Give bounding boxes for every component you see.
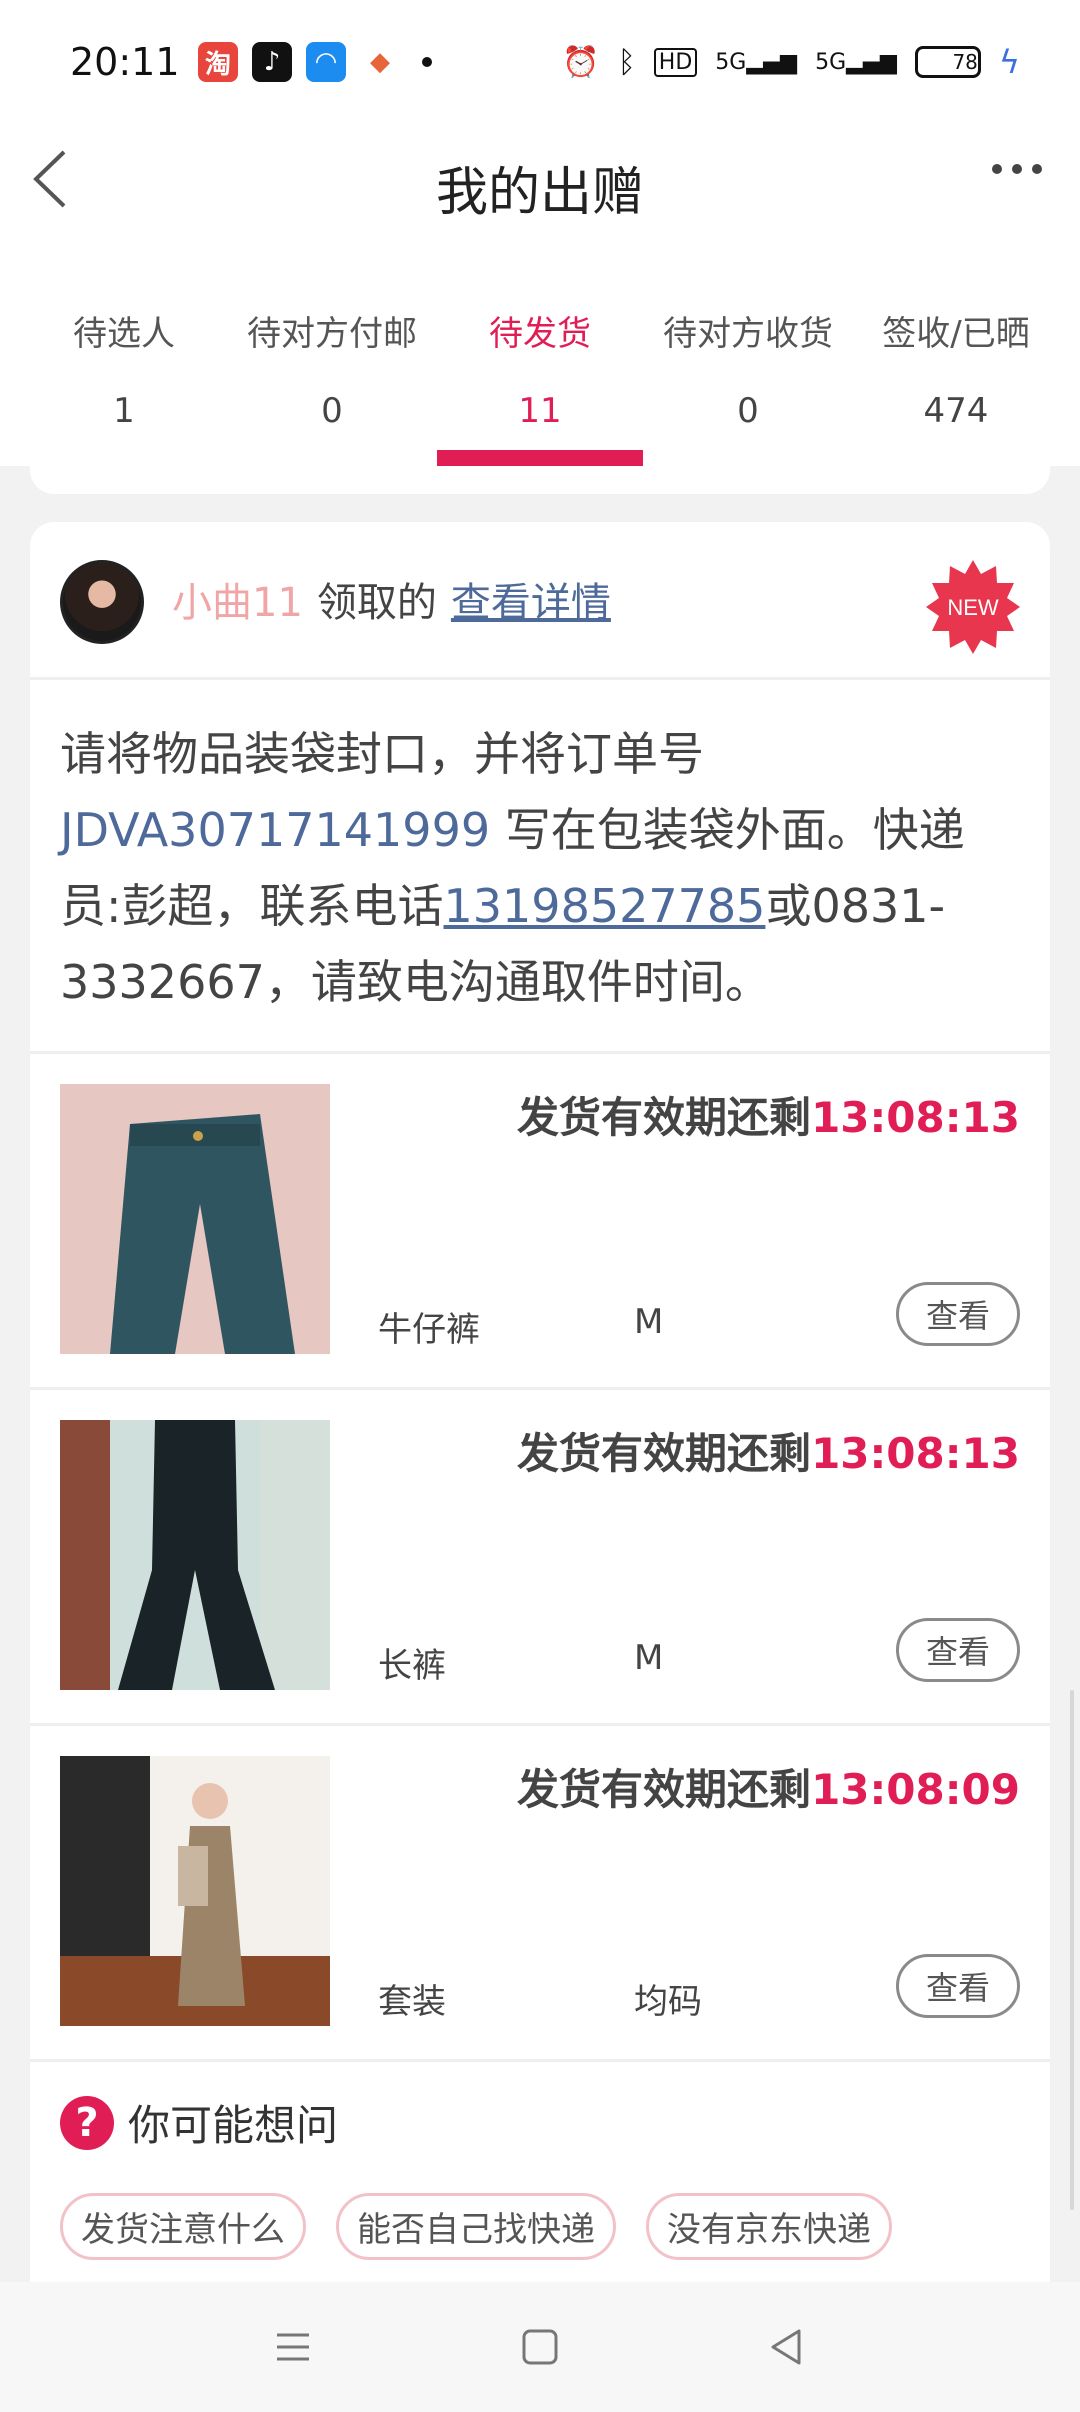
previous-card-bottom — [30, 466, 1050, 494]
more-dot-icon — [1032, 164, 1042, 174]
gift-order-card: 小曲11 领取的 查看详情 NEW 请将物品装袋封口，并将订单号 JDVA307… — [30, 522, 1050, 2282]
ship-deadline: 发货有效期还剩13:08:13 — [517, 1429, 1020, 1478]
game-app-icon: ◆ — [360, 42, 400, 82]
countdown-timer: 13:08:09 — [811, 1765, 1020, 1814]
faq-chip[interactable]: 没有京东快递 — [646, 2193, 892, 2260]
tab-count: 474 — [923, 391, 989, 431]
jeans-thumbnail[interactable] — [60, 1084, 330, 1354]
tab-label: 待对方付邮 — [247, 314, 417, 354]
faq-chip[interactable]: 能否自己找快递 — [336, 2193, 616, 2260]
tab-received[interactable]: 签收/已晒 474 — [852, 234, 1060, 466]
taobao-app-icon: 淘 — [198, 42, 238, 82]
outfit-thumbnail[interactable] — [60, 1756, 330, 2026]
battery-icon: 78 — [914, 46, 981, 78]
tab-pending-postage[interactable]: 待对方付邮 0 — [228, 234, 436, 466]
bluetooth-icon: ᛒ — [617, 44, 636, 80]
tab-count: 0 — [321, 391, 343, 431]
scrollbar[interactable] — [1070, 1690, 1074, 2210]
view-details-link[interactable]: 查看详情 — [451, 570, 611, 628]
notice-text: 请将物品装袋封口，并将订单号 — [60, 727, 704, 781]
ship-deadline: 发货有效期还剩13:08:13 — [517, 1093, 1020, 1142]
more-dot-icon — [1012, 164, 1022, 174]
home-nav-button[interactable] — [510, 2317, 570, 2377]
faq-title: ? 你可能想问 — [60, 2092, 1020, 2153]
ship-deadline: 发货有效期还剩13:08:09 — [517, 1765, 1020, 1814]
item-name: 长裤 — [378, 1646, 446, 1686]
countdown-timer: 13:08:13 — [811, 1093, 1020, 1142]
item-name: 套装 — [378, 1982, 446, 2022]
shipping-instructions: 请将物品装袋封口，并将订单号 JDVA30717141999 写在包装袋外面。快… — [30, 680, 1050, 1054]
menu-nav-button[interactable] — [263, 2317, 323, 2377]
claim-info: 小曲11 领取的 查看详情 — [172, 570, 611, 628]
claim-action-text: 领取的 — [316, 580, 437, 626]
more-notifications-icon — [422, 57, 432, 67]
app-header: 我的出赠 — [0, 124, 1080, 234]
list-item[interactable]: 发货有效期还剩13:08:13 长裤 M 查看 — [30, 1390, 1050, 1726]
tab-label: 待选人 — [73, 314, 175, 354]
tab-label: 签收/已晒 — [882, 314, 1030, 354]
status-app-icons: 淘 ♪ ◠ ◆ — [198, 42, 432, 82]
status-bar: 20:11 淘 ♪ ◠ ◆ ⏰ ᛒ HD 5G▂▄▆ 5G▂▄▆ 78 ϟ — [0, 0, 1080, 124]
status-time: 20:11 — [70, 40, 180, 84]
back-nav-button[interactable] — [757, 2317, 817, 2377]
tab-pending-select[interactable]: 待选人 1 — [20, 234, 228, 466]
more-options-button[interactable] — [992, 164, 1042, 174]
faq-chip[interactable]: 发货注意什么 — [60, 2193, 306, 2260]
square-home-icon — [522, 2329, 558, 2365]
trousers-thumbnail[interactable] — [60, 1420, 330, 1690]
triangle-back-icon — [771, 2329, 801, 2365]
tab-count: 0 — [737, 391, 759, 431]
tab-label: 待发货 — [489, 314, 591, 354]
view-item-button[interactable]: 查看 — [896, 1954, 1020, 2018]
faq-chips: 发货注意什么 能否自己找快递 没有京东快递 — [60, 2193, 1020, 2260]
signal-5g-icon: 5G▂▄▆ — [715, 49, 798, 75]
tab-pending-shipment[interactable]: 待发货 11 — [436, 234, 644, 466]
hd-icon: HD — [653, 47, 698, 77]
faq-section: ? 你可能想问 发货注意什么 能否自己找快递 没有京东快递 — [30, 2062, 1050, 2260]
list-item[interactable]: 发货有效期还剩13:08:09 套装 均码 查看 — [30, 1726, 1050, 2062]
tab-count: 1 — [113, 391, 135, 431]
status-tabs: 待选人 1 待对方付邮 0 待发货 11 待对方收货 0 签收/已晒 474 — [0, 234, 1080, 466]
alarm-icon: ⏰ — [562, 44, 600, 80]
system-nav-bar — [0, 2282, 1080, 2412]
status-indicators: ⏰ ᛒ HD 5G▂▄▆ 5G▂▄▆ 78 ϟ — [562, 43, 1020, 81]
avatar[interactable] — [60, 560, 144, 644]
more-dot-icon — [992, 164, 1002, 174]
page-title: 我的出赠 — [435, 163, 644, 223]
charging-icon: ϟ — [998, 43, 1020, 81]
item-size: M — [634, 1638, 664, 1678]
starburst-icon: NEW — [926, 560, 1020, 654]
item-name: 牛仔裤 — [378, 1310, 480, 1350]
countdown-timer: 13:08:13 — [811, 1429, 1020, 1478]
question-icon: ? — [60, 2095, 114, 2150]
cloud-app-icon: ◠ — [306, 42, 346, 82]
item-size: M — [634, 1302, 664, 1342]
battery-level: 78 — [952, 50, 978, 74]
item-size: 均码 — [634, 1982, 702, 2022]
courier-phone-link[interactable]: 13198527785 — [444, 879, 766, 933]
menu-icon — [277, 2333, 310, 2361]
tab-count: 11 — [518, 391, 562, 431]
new-badge: NEW — [924, 558, 1022, 656]
list-item[interactable]: 发货有效期还剩13:08:13 牛仔裤 M 查看 — [30, 1054, 1050, 1390]
card-header: 小曲11 领取的 查看详情 NEW — [30, 522, 1050, 680]
new-badge-label: NEW — [947, 595, 999, 620]
tab-underline — [437, 450, 643, 466]
view-item-button[interactable]: 查看 — [896, 1282, 1020, 1346]
tiktok-app-icon: ♪ — [252, 42, 292, 82]
order-number[interactable]: JDVA30717141999 — [60, 803, 490, 857]
tab-pending-receipt[interactable]: 待对方收货 0 — [644, 234, 852, 466]
faq-title-text: 你可能想问 — [128, 2101, 339, 2150]
tab-label: 待对方收货 — [663, 314, 833, 354]
signal-5g-icon-2: 5G▂▄▆ — [815, 49, 897, 75]
view-item-button[interactable]: 查看 — [896, 1618, 1020, 1682]
claimer-name[interactable]: 小曲11 — [172, 570, 303, 628]
